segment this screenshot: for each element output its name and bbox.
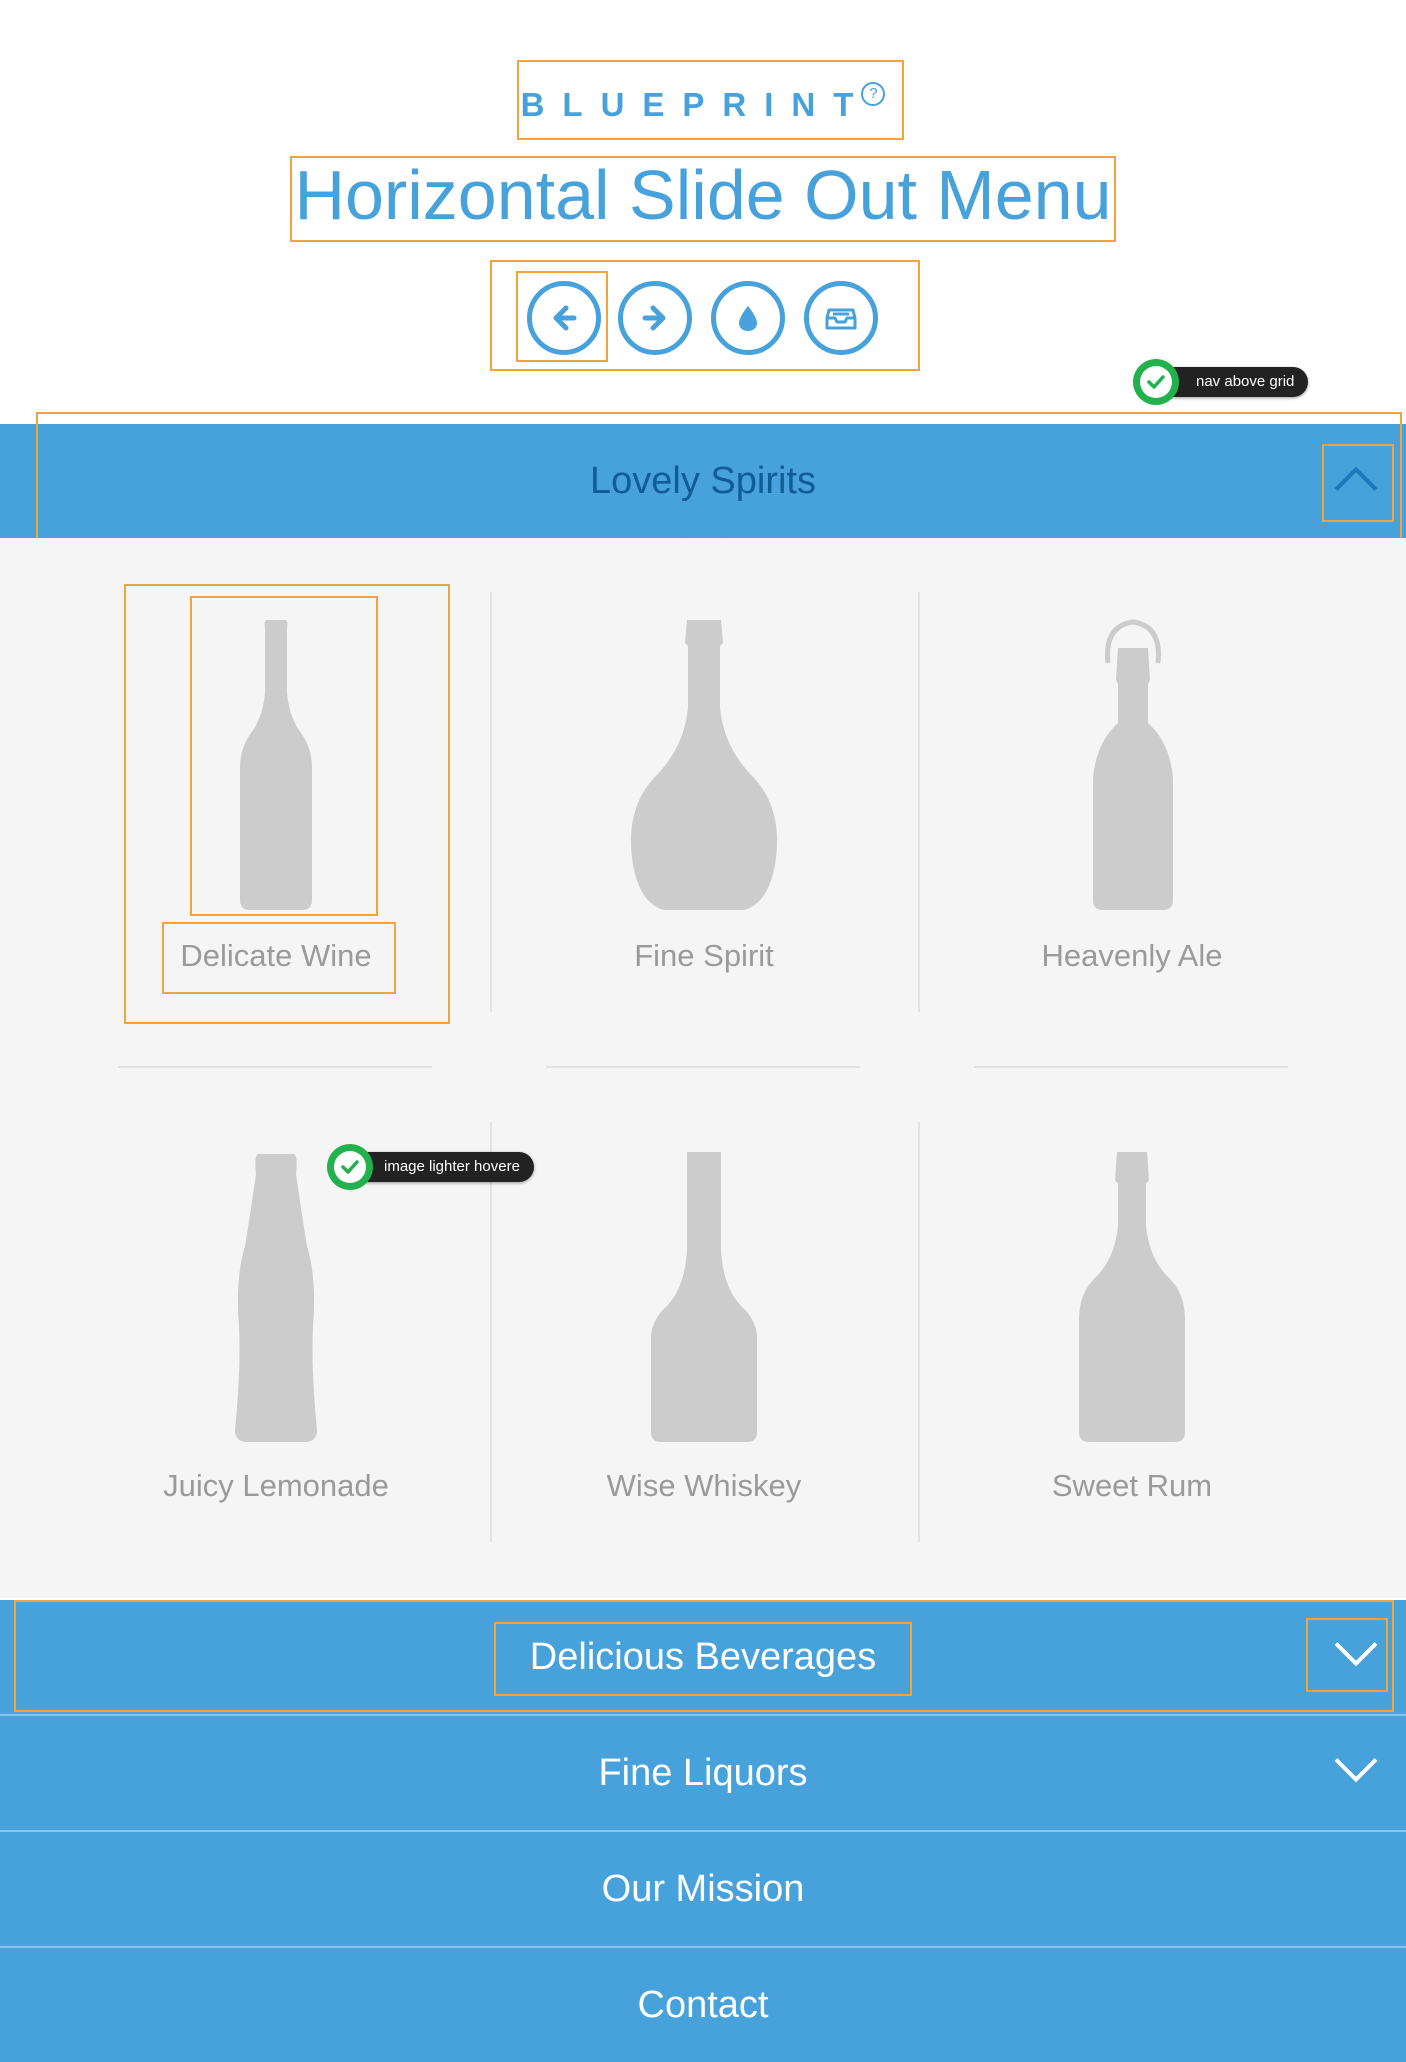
section-label: Our Mission (601, 1867, 805, 1910)
section-fine-liquors[interactable]: Fine Liquors (0, 1716, 1406, 1830)
section-label: Contact (637, 1983, 769, 2026)
section-delicious-beverages[interactable]: Delicious Beverages (0, 1600, 1406, 1714)
wine-bottle-icon (240, 620, 312, 910)
chevron-down-icon[interactable] (1334, 1758, 1378, 1789)
drop-icon[interactable] (711, 281, 785, 355)
arrow-left-icon[interactable] (527, 281, 601, 355)
grid-item-fine-spirit[interactable]: Fine Spirit (490, 538, 918, 1038)
arrow-right-icon[interactable] (618, 281, 692, 355)
grid-item-juicy-lemonade[interactable]: Juicy Lemonade (62, 1068, 490, 1568)
lemonade-bottle-icon (235, 1154, 317, 1442)
grid-item-delicate-wine[interactable]: Delicate Wine (62, 538, 490, 1038)
check-icon (327, 1144, 373, 1190)
check-icon (1133, 359, 1179, 405)
item-label: Fine Spirit (634, 938, 774, 973)
section-lovely-spirits[interactable]: Lovely Spirits (0, 424, 1406, 538)
chevron-up-icon[interactable] (1334, 466, 1378, 497)
section-label: Fine Liquors (598, 1751, 808, 1794)
whiskey-bottle-icon (651, 1152, 757, 1442)
page-title: Horizontal Slide Out Menu (294, 156, 1112, 234)
section-label: Lovely Spirits (590, 459, 816, 502)
item-label: Juicy Lemonade (163, 1468, 389, 1503)
product-grid: Delicate Wine Fine Spirit Heavenly Ale J… (0, 538, 1406, 1598)
brand-logo[interactable]: BLUEPRINT? (0, 82, 1406, 124)
grid-item-heavenly-ale[interactable]: Heavenly Ale (918, 538, 1346, 1038)
section-contact[interactable]: Contact (0, 1948, 1406, 2062)
item-label: Heavenly Ale (1041, 938, 1223, 973)
spirit-bottle-icon (630, 620, 778, 910)
grid-item-wise-whiskey[interactable]: Wise Whiskey (490, 1068, 918, 1568)
rum-bottle-icon (1079, 1152, 1185, 1442)
ale-bottle-icon (1093, 619, 1173, 910)
inbox-icon[interactable] (804, 281, 878, 355)
item-label: Wise Whiskey (606, 1468, 802, 1503)
chevron-down-icon[interactable] (1334, 1642, 1378, 1673)
item-label: Sweet Rum (1051, 1468, 1213, 1503)
item-label: Delicate Wine (180, 938, 372, 973)
section-our-mission[interactable]: Our Mission (0, 1832, 1406, 1946)
section-label: Delicious Beverages (529, 1635, 877, 1678)
brand-name: BLUEPRINT (520, 86, 872, 123)
help-icon[interactable]: ? (861, 82, 886, 106)
grid-item-sweet-rum[interactable]: Sweet Rum (918, 1068, 1346, 1568)
